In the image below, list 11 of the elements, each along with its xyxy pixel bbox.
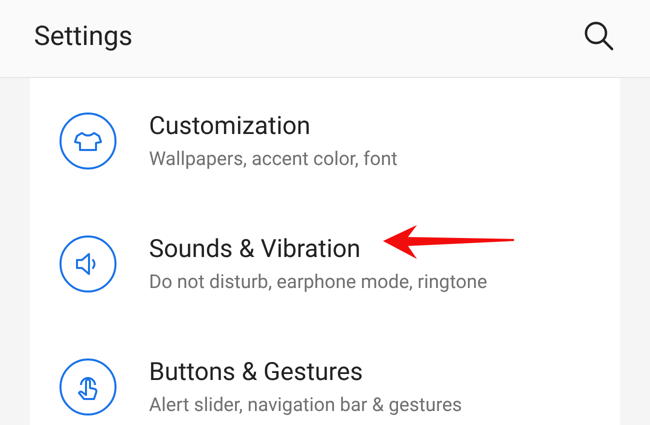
setting-title[interactable]: Sounds & Vibration: [149, 234, 488, 264]
setting-title[interactable]: Buttons & Gestures: [149, 358, 462, 386]
search-icon[interactable]: [584, 20, 614, 50]
setting-subtitle: Do not disturb, earphone mode, ringtone: [149, 270, 488, 292]
gesture-icon: [59, 358, 117, 416]
shirt-icon: [59, 112, 117, 170]
page-title: Settings: [34, 20, 133, 52]
setting-subtitle: Alert slider, navigation bar & gestures: [149, 392, 462, 416]
setting-subtitle: Wallpapers, accent color, font: [149, 146, 398, 170]
speaker-icon: [59, 234, 117, 292]
setting-title[interactable]: Customization: [149, 112, 398, 140]
